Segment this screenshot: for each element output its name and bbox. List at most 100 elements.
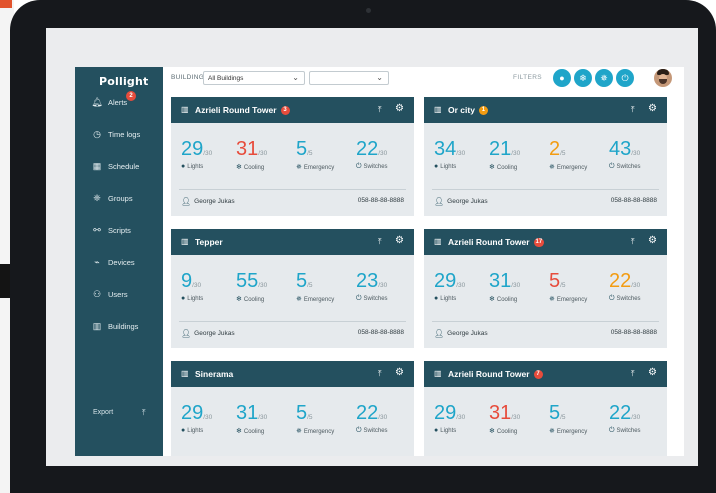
building-card[interactable]: ▥ Sinerama ⤒ ⚙ 29/30 ● Lights 31/30 ❄ Cooling 5/5 ✵… [171, 361, 414, 456]
metric-label: ❄ Cooling [236, 295, 296, 303]
building-select[interactable]: All Buildings ⌄ [203, 71, 305, 85]
sidebar-item-schedule[interactable]: ▦ Schedule [91, 157, 140, 175]
metric-label-text: Cooling [243, 297, 265, 303]
contact-person: 👤︎ George Jukas [181, 197, 235, 206]
metric-label-text: Emergency [303, 429, 335, 435]
building-name: Tepper [195, 237, 223, 247]
emergency-filter-icon[interactable]: ✵ [595, 69, 613, 87]
snowflake-icon: ❄ [489, 428, 495, 435]
metric-label-text: Emergency [556, 165, 588, 171]
contact-phone: 058-88-88-8888 [610, 329, 657, 336]
metric-cooling: 55/30 ❄ Cooling [236, 271, 296, 303]
upload-icon[interactable]: ⤒ [378, 105, 382, 115]
building-card[interactable]: ▥ Or city 1 ⤒ ⚙ 34/30 ● Lights 21/30 ❄ Cooling 2/5 ✵… [424, 97, 667, 216]
sidebar-item-buildings[interactable]: ▥ Buildings [91, 317, 139, 335]
groups-icon: ❈ [93, 192, 101, 203]
card-divider [432, 321, 659, 322]
metric-total: /30 [378, 150, 388, 157]
metric-label: ❄ Cooling [489, 163, 549, 171]
metric-label: ✵ Emergency [549, 427, 609, 435]
sidebar-item-groups[interactable]: ❈ Groups [91, 189, 132, 207]
upload-icon[interactable]: ⤒ [142, 408, 146, 418]
sidebar: Pollight 🔔︎ Alerts 2 ◷ Time logs ▦ Schedule ❈ Gr… [75, 67, 163, 456]
bulb-filter-icon[interactable]: ● [553, 69, 571, 87]
contact-name: George Jukas [194, 198, 235, 205]
sidebar-item-label: Buildings [108, 321, 139, 331]
metric-value: 22 [609, 270, 632, 292]
metric-label-text: Switches [363, 296, 388, 302]
contact-phone: 058-88-88-8888 [357, 329, 404, 336]
metric-lights: 9/30 ● Lights [181, 271, 241, 302]
building-card[interactable]: ▥ Azrieli Round Tower 17 ⤒ ⚙ 29/30 ● Lights 31/3… [424, 229, 667, 348]
upload-icon[interactable]: ⤒ [378, 369, 382, 379]
metric-value: 23 [356, 270, 379, 292]
metric-total: /5 [560, 150, 566, 157]
snowflake-icon: ❄ [236, 428, 242, 435]
export-button[interactable]: Export [93, 409, 113, 416]
tablet-screen: Pollight 🔔︎ Alerts 2 ◷ Time logs ▦ Schedule ❈ Gr… [46, 28, 698, 466]
gear-icon[interactable]: ⚙ [395, 367, 404, 378]
contact-phone: 058-88-88-8888 [610, 197, 657, 204]
upload-icon[interactable]: ⤒ [631, 237, 635, 247]
metric-value: 5 [296, 402, 308, 424]
contact-name: George Jukas [447, 198, 488, 205]
metric-value: 34 [434, 138, 457, 160]
metric-value: 2 [549, 138, 561, 160]
metric-total: /30 [378, 282, 388, 289]
metric-total: /5 [560, 414, 566, 421]
switch-filter-icon[interactable]: ⏻ [616, 69, 634, 87]
gear-icon[interactable]: ⚙ [395, 235, 404, 246]
card-header: ▥ Azrieli Round Tower 3 ⤒ ⚙ [171, 97, 414, 123]
contact-person: 👤︎ George Jukas [181, 329, 235, 338]
emergency-light-icon: ✵ [549, 296, 555, 303]
metric-label-text: Switches [363, 428, 388, 434]
metric-label-text: Lights [440, 164, 457, 170]
person-icon: 👤︎ [181, 197, 192, 206]
sidebar-item-label: Users [108, 289, 128, 299]
card-divider [179, 189, 406, 190]
emergency-light-icon: ✵ [549, 428, 555, 435]
contact-name: George Jukas [194, 330, 235, 337]
sidebar-item-users[interactable]: ⚇ Users [91, 285, 128, 303]
emergency-light-icon: ✵ [296, 296, 302, 303]
building-name: Azrieli Round Tower [195, 105, 277, 115]
metric-label-text: Emergency [556, 429, 588, 435]
metrics-row: 29/30 ● Lights 31/30 ❄ Cooling 5/5 ✵ Emergency 22… [171, 403, 414, 437]
metric-label: ✵ Emergency [549, 163, 609, 171]
card-title-wrap: Azrieli Round Tower 7 [448, 369, 543, 379]
switch-icon: ⏻ [356, 163, 362, 170]
gear-icon[interactable]: ⚙ [648, 103, 657, 114]
gear-icon[interactable]: ⚙ [395, 103, 404, 114]
emergency-light-icon: ✵ [296, 428, 302, 435]
metric-emergency: 2/5 ✵ Emergency [549, 139, 609, 171]
metric-label: ⏻ Switches [356, 163, 416, 171]
metric-label-text: Emergency [303, 297, 335, 303]
metric-value: 55 [236, 270, 259, 292]
metric-label-text: Cooling [496, 165, 518, 171]
building-card[interactable]: ▥ Tepper ⤒ ⚙ 9/30 ● Lights 55/30 ❄ Cooling 5/5 ✵ Eme… [171, 229, 414, 348]
sidebar-item-devices[interactable]: ⌁ Devices [91, 253, 134, 271]
upload-icon[interactable]: ⤒ [378, 237, 382, 247]
secondary-select[interactable]: ⌄ [309, 71, 389, 85]
upload-icon[interactable]: ⤒ [631, 369, 635, 379]
building-icon: ▥ [181, 105, 189, 114]
sidebar-item-alerts[interactable]: 🔔︎ Alerts 2 [91, 91, 136, 111]
card-title-wrap: Tepper [195, 237, 223, 247]
users-icon: ⚇ [92, 288, 102, 299]
app-logo: Pollight [99, 75, 149, 88]
card-divider [432, 189, 659, 190]
upload-icon[interactable]: ⤒ [631, 105, 635, 115]
metric-label-text: Switches [616, 164, 641, 170]
user-avatar[interactable] [654, 69, 672, 87]
sidebar-item-scripts[interactable]: ⚯ Scripts [91, 221, 131, 239]
alert-count-badge: 1 [478, 105, 488, 115]
building-card[interactable]: ▥ Azrieli Round Tower 3 ⤒ ⚙ 29/30 ● Lights 31/30… [171, 97, 414, 216]
snowflake-icon: ❄ [489, 296, 495, 303]
gear-icon[interactable]: ⚙ [648, 367, 657, 378]
calendar-icon: ▦ [92, 160, 102, 171]
gear-icon[interactable]: ⚙ [648, 235, 657, 246]
sidebar-item-time-logs[interactable]: ◷ Time logs [91, 125, 140, 143]
snowflake-filter-icon[interactable]: ❄ [574, 69, 592, 87]
building-card[interactable]: ▥ Azrieli Round Tower 7 ⤒ ⚙ 29/30 ● Lights 31/30… [424, 361, 667, 456]
metrics-row: 9/30 ● Lights 55/30 ❄ Cooling 5/5 ✵ Emergency 23/… [171, 271, 414, 305]
